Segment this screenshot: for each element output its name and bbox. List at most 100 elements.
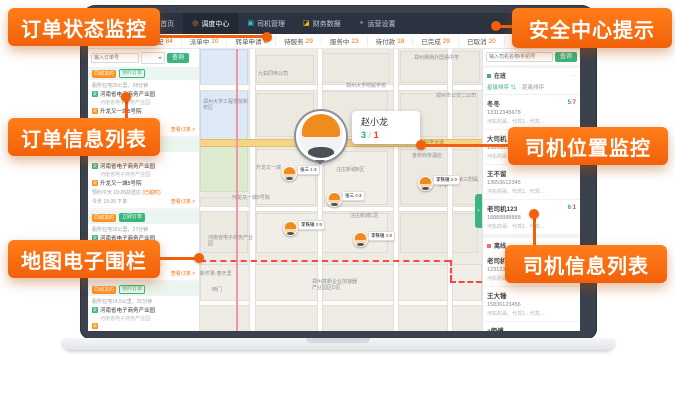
selected-driver-popup[interactable]: 赵小龙 3 / 1 <box>296 111 420 161</box>
nav-item[interactable]: ✦ 运营设置 <box>350 13 405 34</box>
marker-driver-name: 张三 <box>345 193 354 198</box>
dropoff-icon: 收 <box>92 323 98 329</box>
order-deadline-text: 预约今天 19:26前送达 <box>92 190 141 196</box>
pickup-icon: 发 <box>92 91 98 97</box>
popup-count-pending: 1 <box>374 130 379 140</box>
view-order-link[interactable]: 查看订单 > <box>171 198 195 205</box>
status-tab[interactable]: 待服务 29 <box>276 36 322 46</box>
sort-by-distance[interactable]: 距离排序 <box>522 83 544 91</box>
sort-by-star-label: 星级排序 <box>487 85 509 91</box>
map-road <box>200 207 482 211</box>
nav-item-icon: ✦ <box>359 20 365 27</box>
order-distance: 距所在地16公里，27分钟 <box>92 226 195 233</box>
order-card-header: 同城货的 立即订单 <box>88 211 199 224</box>
view-order-link[interactable]: 查看订单 > <box>171 270 195 277</box>
driver-service-tags: 河东的哥、代驾1、代驾… <box>487 223 576 230</box>
status-tab-count: 10 <box>211 38 218 45</box>
driver-marker[interactable]: 李铁锤 2/0 <box>418 176 433 191</box>
status-tab-count: 20 <box>489 38 496 45</box>
driver-search-button[interactable]: 查询 <box>555 52 577 62</box>
driver-search-input[interactable] <box>486 52 553 62</box>
callout-connector-line <box>533 217 536 246</box>
nav-menu: ⌂ 首页 ◎ 调度中心 ▣ 司机管理 ◪ 财务 <box>144 13 404 34</box>
driver-marker[interactable]: 李铁锤 2/0 <box>283 221 298 236</box>
online-status-square-icon <box>487 74 491 78</box>
status-tab-label: 已取消 <box>467 36 487 46</box>
status-tab[interactable]: 服务中 23 <box>322 36 368 46</box>
order-dest-row: 收 <box>92 323 195 329</box>
nav-item[interactable]: ◎ 调度中心 <box>183 13 238 34</box>
driver-counts: 5/7 <box>568 100 576 106</box>
order-origin: 河南省电子商务产业园 <box>100 162 155 170</box>
map-block <box>322 53 390 83</box>
callout-order-list: 订单信息列表 <box>8 118 160 156</box>
geofence-line <box>450 281 482 283</box>
status-tab[interactable]: 已取消 20 <box>459 36 505 46</box>
order-search-input[interactable] <box>91 53 139 63</box>
order-origin-row: 发 河南省电子商务产业园 <box>92 306 195 314</box>
status-tab[interactable]: 已完成 29 <box>413 36 459 46</box>
top-nav-bar: ⌂ 首页 ◎ 调度中心 ▣ 司机管理 ◪ 财务 <box>88 13 580 34</box>
popup-driver-name: 赵小龙 <box>361 115 411 128</box>
poi-label: 郑州大学工程学院新校区 <box>203 99 249 112</box>
driver-row[interactable]: 王不留 13653612345 河东的哥、代驾1、代驾… <box>483 165 580 200</box>
driver-count-pending: 1 <box>573 205 576 211</box>
order-mode-tag: 预约订单 <box>119 69 145 78</box>
callout-connector-dot <box>416 140 426 150</box>
panel-collapse-handle[interactable]: › <box>475 194 482 228</box>
popup-pointer <box>315 160 325 170</box>
metro-line <box>236 49 238 331</box>
driver-row[interactable]: 王大锤 15836123456 河东的哥、代驾1、代驾… <box>483 287 580 322</box>
driver-search-row: 查询 <box>483 49 580 65</box>
dispatch-map[interactable]: 科学大道 九如同电公司 郑州大学附属学校 郑州枫杨外国语中学 郑州大学工程学院新… <box>200 49 482 331</box>
main-body: 查询 同城货的 预约订单 距所在地20公里，28分钟 <box>88 49 580 331</box>
poi-label: 郑州市公交二公司 <box>436 93 476 99</box>
map-road <box>250 49 255 331</box>
map-road <box>448 49 452 331</box>
order-origin-row: 发 河南省电子商务产业园 <box>92 90 195 98</box>
driver-marker[interactable]: 李铁锤 2/0 <box>353 232 368 247</box>
driver-phone: 13312345678 <box>487 110 576 116</box>
callout-connector-dot <box>529 209 539 219</box>
driver-row[interactable]: a师傅 15912345678 河东的哥、代驾1、代驾… <box>483 322 580 331</box>
sort-by-star[interactable]: 星级排序 ⇅ <box>487 83 516 91</box>
order-search-row: 查询 <box>88 49 199 67</box>
driver-marker-label: 李铁锤 2/0 <box>368 231 395 241</box>
callout-connector-dot <box>262 32 272 42</box>
more-icon[interactable]: ··· <box>570 74 576 78</box>
order-search-button[interactable]: 查询 <box>167 53 189 63</box>
map-block <box>200 49 248 144</box>
driver-phone: 15836123456 <box>487 302 576 308</box>
status-tab[interactable]: 待付款 18 <box>368 36 414 46</box>
order-type-select[interactable] <box>141 52 165 64</box>
order-card[interactable]: 同城货的 预约订单 距所在地14.5公里，31分钟 发 河南省电子商务产业园 河… <box>88 283 199 331</box>
marker-count-pending: 0 <box>455 177 458 182</box>
poi-label: 郑州大学附属学校 <box>346 83 386 89</box>
driver-marker-label: 李铁锤 2/0 <box>298 220 325 230</box>
status-tab-count: 23 <box>351 38 358 45</box>
poi-label: 郑州枫杨外国语中学 <box>414 55 459 61</box>
driver-marker[interactable]: 张三 1/3 <box>282 166 297 181</box>
callout-order-status: 订单状态监控 <box>8 8 160 46</box>
offline-status-square-icon <box>487 244 491 248</box>
order-type-tag: 同城货的 <box>92 70 116 78</box>
order-card-footer: 今天 19:26 下单 查看订单 > <box>92 198 195 205</box>
order-card-body: 发 河南省电子商务产业园 河南省电子商务产业园 收 升龙又一城5号院 预约今天 … <box>88 152 199 208</box>
status-tab-count: 84 <box>166 38 173 45</box>
nav-item[interactable]: ◪ 财务数据 <box>294 13 350 34</box>
callout-connector-line <box>426 144 510 147</box>
nav-item[interactable]: ▣ 司机管理 <box>238 13 294 34</box>
view-order-link[interactable]: 查看订单 > <box>171 126 195 133</box>
order-dest-row: 收 升龙又一城5号院 <box>92 179 195 187</box>
dropoff-icon: 收 <box>92 180 98 186</box>
poi-label: 河南省电子商务产业园 <box>208 235 254 248</box>
selected-driver-avatar <box>296 111 346 161</box>
dropoff-icon: 收 <box>92 108 98 114</box>
callout-connector-dot <box>121 92 131 102</box>
map-block <box>256 55 314 83</box>
driver-count-pending: 7 <box>573 100 576 106</box>
driver-marker[interactable]: 张三 0/3 <box>327 192 342 207</box>
driver-row[interactable]: 冬冬 5/7 13312345678 河东的哥、代驾1、代驾… <box>483 95 580 130</box>
order-distance: 距所在地20公里，28分钟 <box>92 82 195 89</box>
order-destination: 升龙又一城5号院 <box>100 107 142 115</box>
